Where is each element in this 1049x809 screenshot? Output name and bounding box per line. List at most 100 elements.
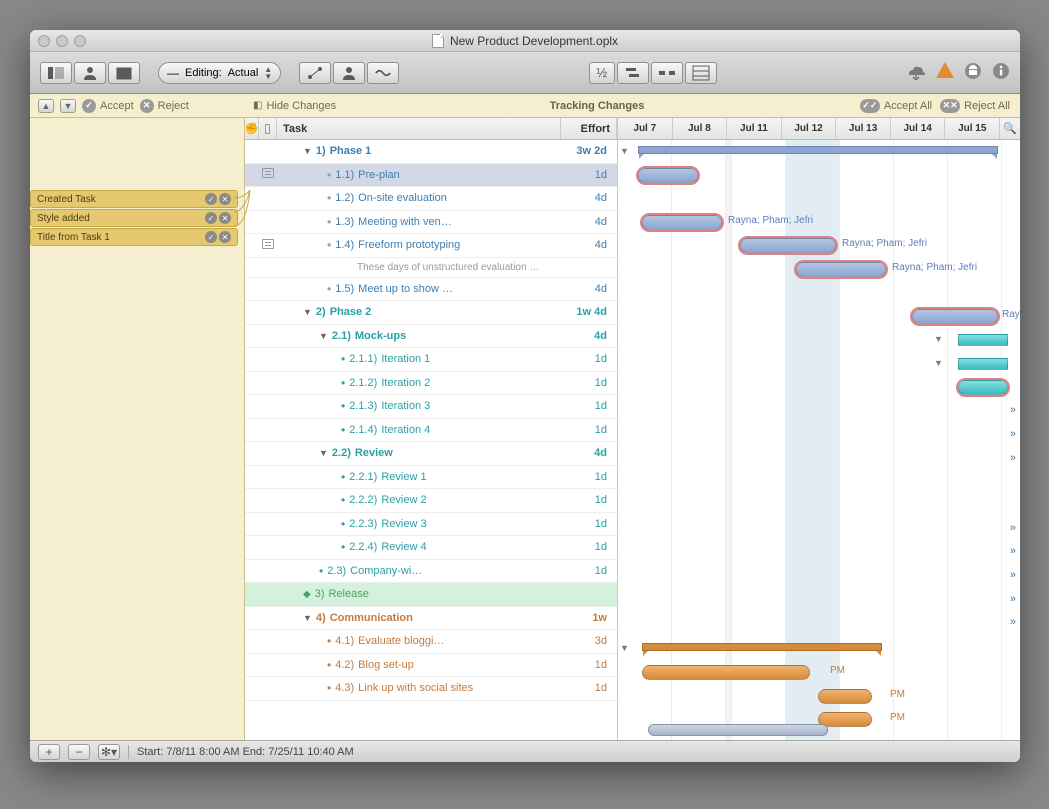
gantt-summary-bar[interactable]: [958, 334, 1008, 346]
editing-popup[interactable]: — Editing: Actual ▲▼: [158, 62, 281, 84]
task-row[interactable]: • 2.1.1) Iteration 1 1d: [245, 348, 617, 372]
gantt-task-bar[interactable]: [642, 665, 810, 680]
task-row[interactable]: ▼ 2) Phase 2 1w 4d: [245, 301, 617, 325]
hide-changes-button[interactable]: ◧Hide Changes: [253, 100, 336, 112]
next-change-button[interactable]: ▼: [60, 99, 76, 113]
gantt-hscroll-thumb[interactable]: [648, 724, 828, 736]
split-button[interactable]: [651, 62, 683, 84]
info-icon[interactable]: [992, 62, 1010, 83]
change-pill[interactable]: Style added ✓✕: [30, 209, 238, 227]
gantt-disclosure-icon[interactable]: ▼: [934, 358, 943, 368]
gantt-day-header[interactable]: Jul 11: [727, 118, 782, 139]
task-row[interactable]: ▼ 2.1) Mock-ups 4d: [245, 325, 617, 349]
accept-icon[interactable]: ✓: [205, 212, 217, 224]
gantt-task-bar[interactable]: [958, 380, 1008, 395]
task-row[interactable]: • 2.2.1) Review 1 1d: [245, 466, 617, 490]
gantt-task-bar[interactable]: [740, 238, 836, 253]
task-row[interactable]: • 1.3) Meeting with ven… 4d: [245, 211, 617, 235]
view-outline-button[interactable]: [40, 62, 72, 84]
gantt-task-bar[interactable]: [912, 309, 998, 324]
prev-change-button[interactable]: ▲: [38, 99, 54, 113]
task-name: Review 1: [381, 471, 426, 483]
accept-icon[interactable]: ✓: [205, 193, 217, 205]
gantt-summary-bar[interactable]: [642, 643, 882, 651]
task-row[interactable]: ◆ 3) Release: [245, 583, 617, 607]
gantt-summary-bar[interactable]: [958, 358, 1008, 370]
gantt-summary-bar[interactable]: [638, 146, 998, 154]
column-grab-icon[interactable]: ✊: [245, 118, 259, 139]
task-row[interactable]: • 4.3) Link up with social sites 1d: [245, 677, 617, 701]
accept-all-button[interactable]: ✓✓Accept All: [860, 99, 932, 113]
baseline-button[interactable]: [685, 62, 717, 84]
accept-change-button[interactable]: ✓Accept: [82, 99, 134, 113]
task-row[interactable]: • 2.2.4) Review 4 1d: [245, 536, 617, 560]
note-icon[interactable]: [262, 168, 274, 178]
gantt-day-header[interactable]: Jul 13: [836, 118, 891, 139]
gantt-task-bar[interactable]: [642, 215, 722, 230]
column-task[interactable]: Task: [277, 118, 561, 139]
stop-icon[interactable]: [964, 62, 982, 83]
remove-button[interactable]: −: [68, 744, 90, 760]
gantt-day-header[interactable]: Jul 12: [782, 118, 837, 139]
assign-button[interactable]: [333, 62, 365, 84]
task-row[interactable]: • 2.2.2) Review 2 1d: [245, 489, 617, 513]
view-resource-button[interactable]: [74, 62, 106, 84]
gantt-day-header[interactable]: Jul 15: [945, 118, 1000, 139]
task-row[interactable]: • 4.2) Blog set-up 1d: [245, 654, 617, 678]
gantt-day-header[interactable]: Jul 14: [891, 118, 946, 139]
task-row[interactable]: • 4.1) Evaluate bloggi… 3d: [245, 630, 617, 654]
reject-icon[interactable]: ✕: [219, 212, 231, 224]
task-row[interactable]: • 2.3) Company-wi… 1d: [245, 560, 617, 584]
gantt-task-bar[interactable]: [638, 168, 698, 183]
reject-icon[interactable]: ✕: [219, 193, 231, 205]
connect-button[interactable]: [299, 62, 331, 84]
task-row[interactable]: • 2.2.3) Review 3 1d: [245, 513, 617, 537]
task-effort: 1d: [561, 353, 617, 365]
catchup-button[interactable]: [367, 62, 399, 84]
gantt-disclosure-icon[interactable]: ▼: [934, 334, 943, 344]
gantt-task-bar[interactable]: [796, 262, 886, 277]
reschedule-button[interactable]: ½: [589, 62, 615, 84]
task-effort: 3d: [561, 635, 617, 647]
reject-change-button[interactable]: ✕Reject: [140, 99, 189, 113]
task-row[interactable]: ▼ 2.2) Review 4d: [245, 442, 617, 466]
action-menu-button[interactable]: ✻▾: [98, 744, 120, 760]
task-row[interactable]: • 1.4) Freeform prototyping 4d: [245, 234, 617, 258]
gantt-body[interactable]: ▼ Rayna; Pham; Jefri Rayna; Pham; Jefri …: [618, 140, 1020, 740]
task-row[interactable]: • 1.2) On-site evaluation 4d: [245, 187, 617, 211]
accept-icon[interactable]: ✓: [205, 231, 217, 243]
close-window-button[interactable]: [38, 35, 50, 47]
publish-icon[interactable]: [906, 62, 926, 83]
gantt-day-header[interactable]: Jul 7: [618, 118, 673, 139]
task-row[interactable]: • 1.1) Pre-plan 1d: [245, 164, 617, 188]
column-effort[interactable]: Effort: [561, 118, 617, 139]
change-pill[interactable]: Created Task ✓✕: [30, 190, 238, 208]
task-name: Phase 2: [330, 306, 372, 318]
gantt-task-bar[interactable]: [818, 689, 872, 704]
gantt-assignment-label: PM: [890, 712, 905, 723]
zoom-window-button[interactable]: [74, 35, 86, 47]
task-row[interactable]: ▼ 1) Phase 1 3w 2d: [245, 140, 617, 164]
task-row[interactable]: • 2.1.2) Iteration 2 1d: [245, 372, 617, 396]
violations-icon[interactable]: [936, 62, 954, 78]
task-row[interactable]: ▼ 4) Communication 1w: [245, 607, 617, 631]
reject-icon[interactable]: ✕: [219, 231, 231, 243]
task-name: Mock-ups: [355, 330, 406, 342]
view-calendar-button[interactable]: [108, 62, 140, 84]
outline-body[interactable]: ▼ 1) Phase 1 3w 2d • 1.1) Pre-plan 1d • …: [245, 140, 617, 740]
task-row[interactable]: • 2.1.4) Iteration 4 1d: [245, 419, 617, 443]
gantt-disclosure-icon[interactable]: ▼: [620, 643, 629, 653]
zoom-icon[interactable]: 🔍: [1000, 118, 1020, 139]
note-icon[interactable]: [262, 239, 274, 249]
change-pill[interactable]: Title from Task 1 ✓✕: [30, 228, 238, 246]
minimize-window-button[interactable]: [56, 35, 68, 47]
leveling-button[interactable]: [617, 62, 649, 84]
gantt-day-header[interactable]: Jul 8: [673, 118, 728, 139]
column-note-icon[interactable]: [259, 118, 277, 139]
task-row[interactable]: • 2.1.3) Iteration 3 1d: [245, 395, 617, 419]
reject-all-button[interactable]: ✕✕Reject All: [940, 99, 1010, 113]
gantt-hscroll[interactable]: [648, 724, 990, 738]
gantt-disclosure-icon[interactable]: ▼: [620, 146, 629, 156]
task-row[interactable]: • 1.5) Meet up to show … 4d: [245, 278, 617, 302]
add-button[interactable]: +: [38, 744, 60, 760]
